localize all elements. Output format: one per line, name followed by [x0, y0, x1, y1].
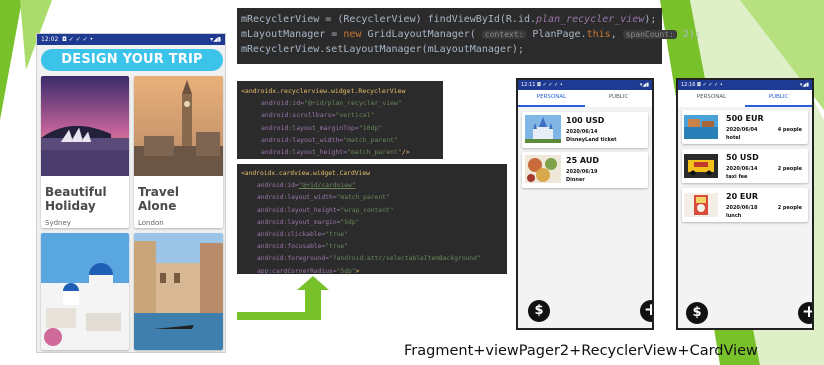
- trip-card-london[interactable]: Travel Alone London: [134, 76, 223, 228]
- code-line: <androidx.cardview.widget.CardView: [241, 170, 370, 177]
- people-count: 2 people: [777, 166, 802, 172]
- card-location: London: [138, 219, 164, 227]
- signal-battery-icons: ▾◢▮: [799, 82, 809, 88]
- status-time: 12:02: [41, 36, 59, 43]
- code-cardview-xml: <androidx.cardview.widget.CardView andro…: [237, 164, 507, 275]
- people-count: 2 people: [777, 205, 802, 211]
- phone-personal-screen: 12:11 ◘ ✓ ✓ ✓ • ▾◢▮ PERSONAL PUBLIC 100 …: [516, 78, 654, 330]
- notification-icons: ◘ ✓ ✓ ✓ •: [697, 82, 723, 88]
- disneyland-castle-image: [525, 115, 561, 143]
- tab-public[interactable]: PUBLIC: [745, 90, 812, 107]
- trip-card-sydney[interactable]: Beautiful Holiday Sydney: [41, 76, 129, 228]
- card-title: Beautiful Holiday: [45, 185, 107, 213]
- expense-card[interactable]: 25 AUD 2020/06/19 Dinner: [522, 152, 648, 188]
- santorini-image: [41, 233, 129, 350]
- code-line: android:id="@+id/plan_recycler_view": [261, 99, 402, 108]
- expense-date: 2020/06/14: [726, 166, 758, 172]
- hotel-image: [684, 115, 718, 139]
- dinner-food-image: [525, 155, 561, 183]
- expense-card[interactable]: 500 EUR 2020/06/04 hotel 4 people: [682, 110, 808, 144]
- tab-personal[interactable]: PERSONAL: [518, 90, 585, 107]
- code-line: android:layout_width="match_parent": [257, 194, 390, 202]
- expense-amount: 500 EUR: [726, 114, 764, 123]
- venice-canal-image: [134, 233, 223, 350]
- add-button[interactable]: +: [640, 300, 652, 322]
- status-time: 12:16: [681, 82, 696, 88]
- status-bar: 12:11 ◘ ✓ ✓ ✓ • ▾◢▮: [518, 80, 652, 90]
- arrow-icon: [237, 276, 329, 320]
- people-count: 4 people: [777, 127, 802, 133]
- phone-public-screen: 12:16 ◘ ✓ ✓ ✓ • ▾◢▮ PERSONAL PUBLIC 500 …: [676, 78, 814, 330]
- card-location: Sydney: [45, 219, 71, 227]
- expense-date: 2020/06/04: [726, 127, 758, 133]
- code-line: android:layout_height="wrap_content": [257, 206, 394, 214]
- tab-personal[interactable]: PERSONAL: [678, 90, 745, 107]
- code-line: android:layout_margin="5dp": [257, 218, 360, 226]
- code-line: android:clickable="true": [257, 230, 348, 238]
- notification-icons: ◘ ✓ ✓ ✓ •: [62, 36, 94, 43]
- expense-amount: 20 EUR: [726, 192, 759, 201]
- expense-amount: 25 AUD: [566, 156, 599, 165]
- code-line: android:layout_marginTop="10dp": [261, 123, 383, 132]
- expense-label: taxi fee: [726, 174, 748, 180]
- expense-date: 2020/06/18: [726, 205, 758, 211]
- caption-text: Fragment+viewPager2+RecyclerView+CardVie…: [404, 343, 758, 359]
- currency-button[interactable]: $: [528, 300, 550, 322]
- trip-card-venice[interactable]: [134, 233, 223, 350]
- code-line: android:focusable="true": [257, 243, 348, 251]
- sydney-opera-house-image: [41, 76, 129, 176]
- tab-bar: PERSONAL PUBLIC: [678, 90, 812, 107]
- phone-gallery-screen: 12:02 ◘ ✓ ✓ ✓ • ▾◢▮ DESIGN YOUR TRIP Bea…: [36, 33, 226, 353]
- code-line: mRecyclerView.setLayoutManager(mLayoutMa…: [241, 44, 524, 55]
- code-line: android:layout_height="match_parent"/>: [261, 147, 410, 156]
- code-line: mLayoutManager = new GridLayoutManager( …: [241, 29, 701, 40]
- notification-icons: ◘ ✓ ✓ ✓ •: [537, 82, 563, 88]
- status-bar: 12:16 ◘ ✓ ✓ ✓ • ▾◢▮: [678, 80, 812, 90]
- status-time: 12:11: [521, 82, 536, 88]
- code-line: android:foreground="?android:attr/select…: [257, 255, 481, 263]
- card-title: Travel Alone: [138, 185, 179, 213]
- code-line: android:id="@+id/cardview": [257, 182, 356, 190]
- signal-battery-icons: ▾◢▮: [210, 36, 221, 43]
- green-stripe-left: [0, 0, 22, 120]
- code-line: mRecyclerView = (RecyclerView) findViewB…: [241, 14, 657, 25]
- expense-label: hotel: [726, 135, 741, 141]
- tab-bar: PERSONAL PUBLIC: [518, 90, 652, 107]
- code-line: android:scrollbars="vertical": [261, 111, 375, 120]
- code-line: android:layout_width="match_parent": [261, 135, 398, 144]
- code-recyclerview-xml: <androidx.recyclerview.widget.RecyclerVi…: [237, 81, 443, 159]
- london-big-ben-image: [134, 76, 223, 176]
- expense-date: 2020/06/19: [566, 169, 598, 175]
- expense-label: lunch: [726, 213, 742, 219]
- status-bar: 12:02 ◘ ✓ ✓ ✓ • ▾◢▮: [37, 34, 225, 45]
- expense-label: DisneyLand ticket: [566, 137, 617, 143]
- signal-battery-icons: ▾◢▮: [639, 82, 649, 88]
- expense-amount: 100 USD: [566, 116, 605, 125]
- add-button[interactable]: +: [798, 302, 812, 324]
- code-java-panel: mRecyclerView = (RecyclerView) findViewB…: [237, 8, 701, 64]
- expense-card[interactable]: 50 USD 2020/06/14 taxi fee 2 people: [682, 149, 808, 183]
- design-trip-banner[interactable]: DESIGN YOUR TRIP: [41, 49, 223, 71]
- trip-card-santorini[interactable]: [41, 233, 129, 350]
- tab-public[interactable]: PUBLIC: [585, 90, 652, 107]
- expense-card[interactable]: 20 EUR 2020/06/18 lunch 2 people: [682, 188, 808, 222]
- code-line: app:cardCornerRadius="5dp">: [257, 267, 360, 275]
- taxi-image: [684, 154, 718, 178]
- expense-label: Dinner: [566, 177, 585, 183]
- expense-amount: 50 USD: [726, 153, 759, 162]
- lunch-image: [684, 193, 718, 217]
- expense-date: 2020/06/14: [566, 129, 598, 135]
- expense-card[interactable]: 100 USD 2020/06/14 DisneyLand ticket: [522, 112, 648, 148]
- currency-button[interactable]: $: [686, 302, 708, 324]
- code-line: <androidx.recyclerview.widget.RecyclerVi…: [241, 87, 406, 95]
